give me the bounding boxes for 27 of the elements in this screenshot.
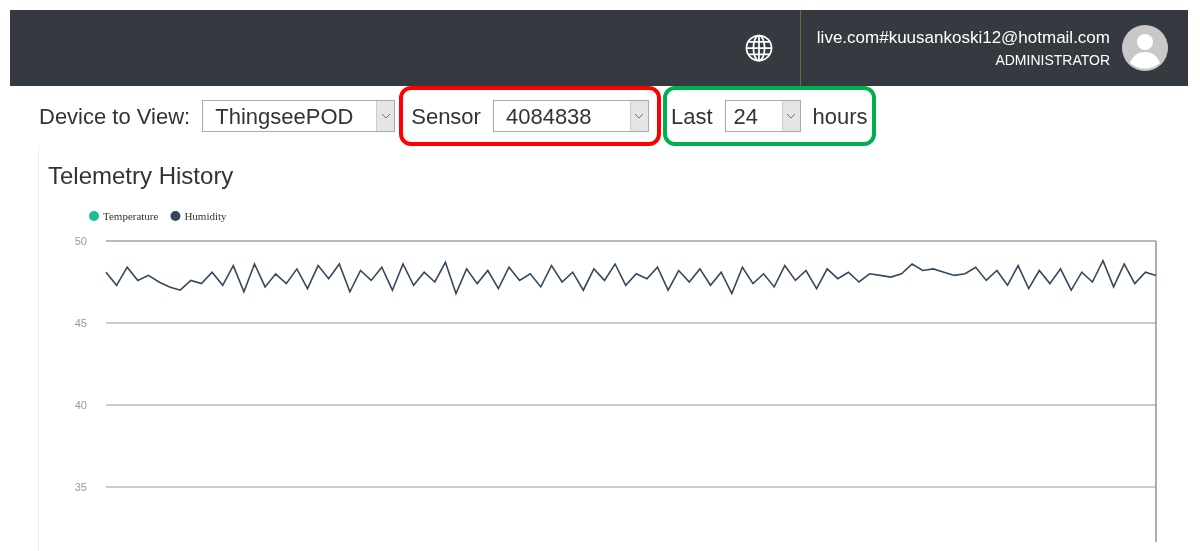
last-label: Last	[670, 102, 713, 131]
legend-label: Temperature	[103, 210, 159, 222]
legend-label: Humidity	[184, 210, 228, 222]
caret-icon	[634, 113, 645, 119]
legend-item[interactable]: Humidity	[170, 210, 227, 222]
axis-tick: 50	[74, 235, 1157, 247]
device-select[interactable]: ThingseePOD	[202, 100, 396, 132]
y-tick-label: 50	[74, 235, 87, 247]
caret-icon	[380, 113, 391, 119]
y-tick-label: 40	[74, 399, 87, 411]
panel-title: Telemetry History	[48, 161, 235, 191]
y-tick-label: 35	[74, 481, 87, 493]
globe-icon[interactable]	[743, 33, 774, 63]
hours-label: hours	[812, 102, 868, 131]
hours-select[interactable]: 24	[724, 100, 801, 132]
avatar-icon[interactable]	[1122, 25, 1168, 71]
caret-icon	[786, 113, 797, 119]
axis-tick: 40	[74, 399, 1157, 411]
axis-tick: 45	[74, 317, 1157, 329]
axis-tick: 35	[74, 481, 1157, 493]
sensor-select[interactable]: 4084838	[492, 100, 649, 132]
y-tick-label: 45	[74, 317, 87, 329]
legend-item[interactable]: Temperature	[89, 210, 159, 222]
user-email: live.com#kuusankoski12@hotmail.com	[816, 27, 1110, 49]
user-role: ADMINISTRATOR	[995, 51, 1110, 70]
sensor-label: Sensor	[411, 102, 481, 131]
device-label: Device to View:	[39, 102, 191, 131]
